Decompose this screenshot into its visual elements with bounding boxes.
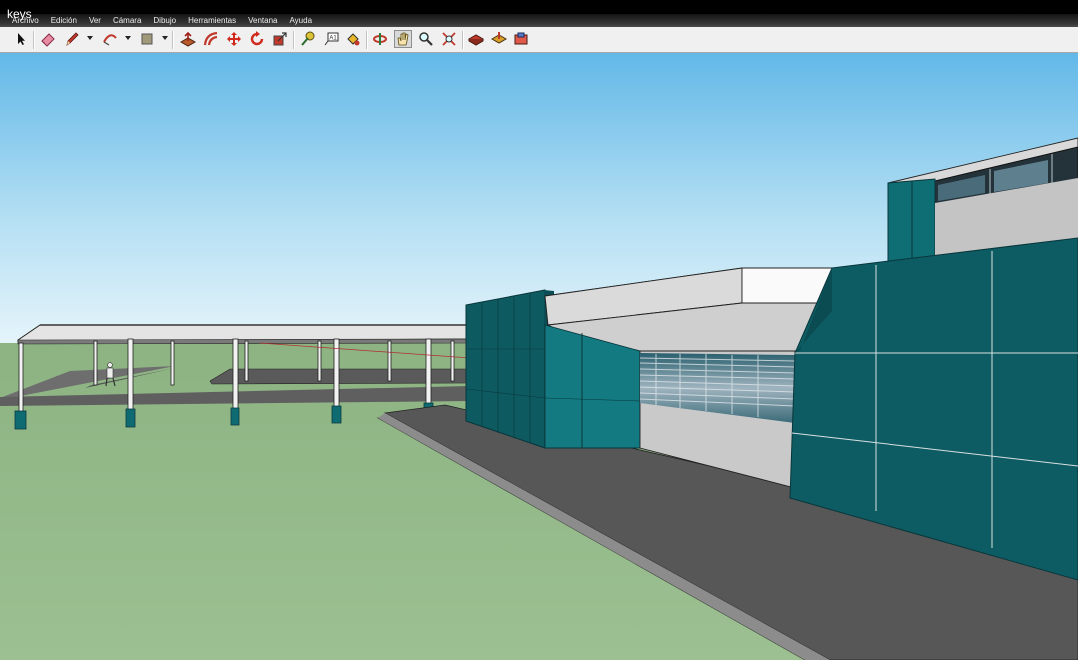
- menu-bar: Archivo Edición Ver Cámara Dibujo Herram…: [0, 14, 1078, 27]
- push-pull-tool-button[interactable]: [179, 30, 197, 48]
- eraser-tool-button[interactable]: [39, 30, 57, 48]
- text-icon: A1: [324, 32, 339, 46]
- tape-measure-tool-button[interactable]: [299, 30, 317, 48]
- tape-measure-icon: [301, 31, 315, 46]
- orbit-icon: [373, 33, 387, 45]
- 3d-scene: [0, 53, 1078, 660]
- zoom-extents-tool-button[interactable]: [440, 30, 458, 48]
- menu-ayuda[interactable]: Ayuda: [283, 15, 318, 26]
- share-model-icon: [491, 32, 507, 44]
- move-icon: [227, 32, 241, 46]
- scale-tool-button[interactable]: [271, 30, 289, 48]
- arc-dropdown-arrow[interactable]: [125, 36, 131, 40]
- main-toolbar: A1: [0, 27, 1078, 53]
- zoom-extents-icon: [442, 32, 456, 46]
- orbit-tool-button[interactable]: [371, 30, 389, 48]
- menu-edicion[interactable]: Edición: [45, 15, 83, 26]
- paint-bucket-tool-button[interactable]: [344, 30, 362, 48]
- text-tool-button[interactable]: A1: [322, 30, 340, 48]
- svg-text:A1: A1: [329, 36, 337, 42]
- scale-icon: [273, 32, 287, 46]
- rotate-icon: [250, 31, 264, 46]
- pencil-icon: [66, 32, 79, 46]
- window-title: keys: [7, 7, 32, 21]
- line-dropdown-arrow[interactable]: [87, 36, 93, 40]
- warehouse-button[interactable]: [467, 30, 485, 48]
- paint-bucket-icon: [347, 33, 360, 46]
- rectangle-tool-button[interactable]: [138, 30, 156, 48]
- rotate-tool-button[interactable]: [248, 30, 266, 48]
- arc-icon: [103, 34, 117, 46]
- select-tool-button[interactable]: [12, 30, 30, 48]
- extension-warehouse-icon: [514, 32, 528, 45]
- menu-camara[interactable]: Cámara: [107, 15, 147, 26]
- rectangle-icon: [141, 33, 153, 45]
- menu-dibujo[interactable]: Dibujo: [147, 15, 182, 26]
- pan-tool-button[interactable]: [394, 30, 412, 48]
- 3d-model-viewport[interactable]: [0, 53, 1078, 660]
- window-titlebar: keys: [0, 0, 1078, 21]
- warehouse-icon: [468, 34, 484, 46]
- menu-ventana[interactable]: Ventana: [242, 15, 283, 26]
- offset-icon: [203, 31, 218, 46]
- menu-herramientas[interactable]: Herramientas: [182, 15, 242, 26]
- menu-ver[interactable]: Ver: [83, 15, 107, 26]
- line-tool-button[interactable]: [63, 30, 81, 48]
- move-tool-button[interactable]: [225, 30, 243, 48]
- magnifier-icon: [419, 32, 433, 46]
- rectangle-dropdown-arrow[interactable]: [162, 36, 168, 40]
- push-pull-icon: [180, 31, 196, 47]
- share-model-button[interactable]: [490, 30, 508, 48]
- arrow-cursor-icon: [18, 33, 25, 45]
- offset-tool-button[interactable]: [202, 30, 220, 48]
- extension-warehouse-button[interactable]: [512, 30, 530, 48]
- hand-icon: [397, 32, 409, 46]
- arc-tool-button[interactable]: [101, 30, 119, 48]
- teal-tower-left: [465, 289, 554, 449]
- zoom-tool-button[interactable]: [417, 30, 435, 48]
- eraser-icon: [41, 33, 55, 47]
